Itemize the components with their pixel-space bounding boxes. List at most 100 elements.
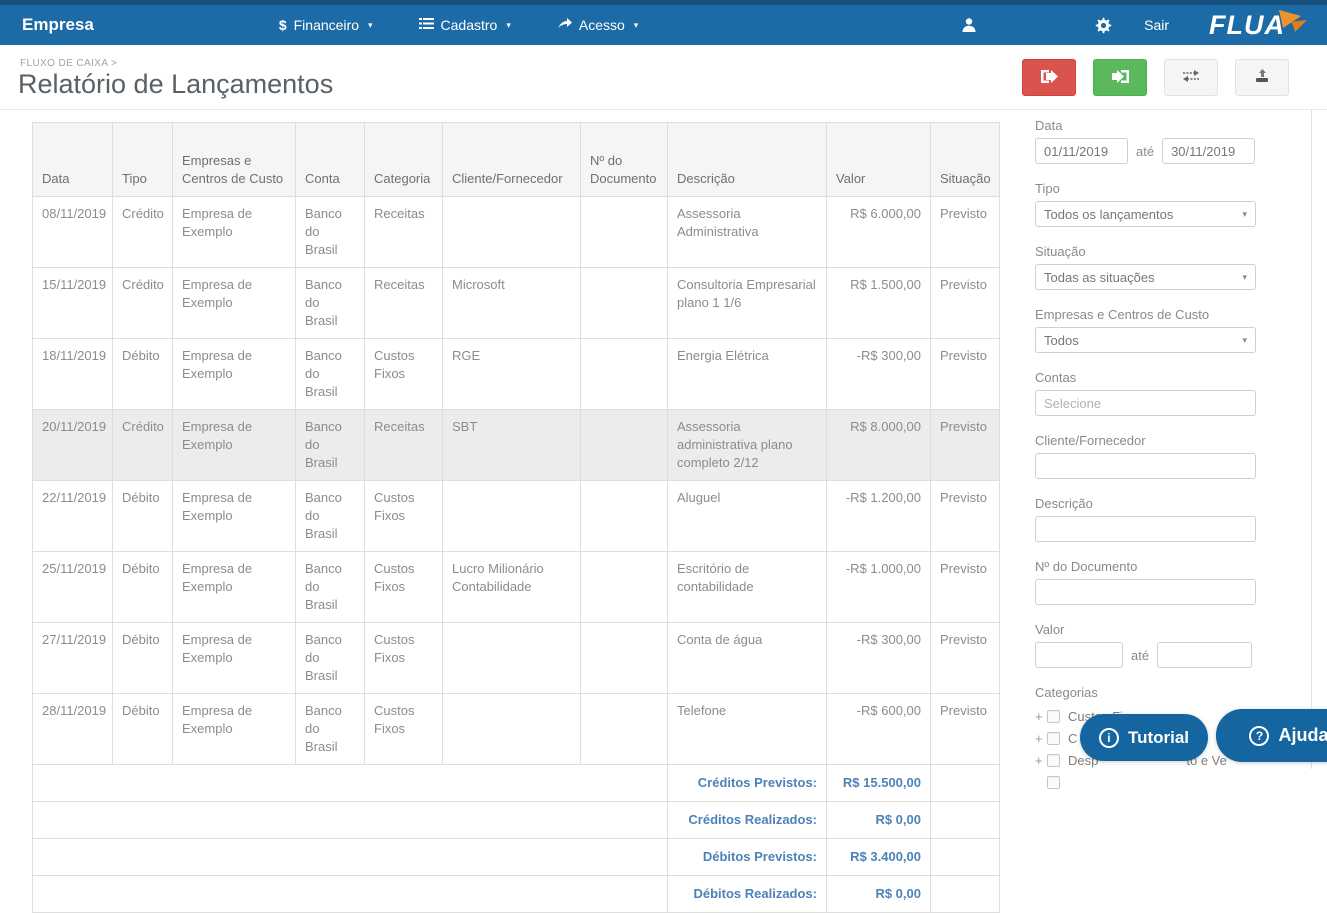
tutorial-button[interactable]: i Tutorial xyxy=(1080,714,1208,761)
documento-input[interactable] xyxy=(1035,579,1256,605)
chevron-down-icon: ▾ xyxy=(1242,272,1247,282)
sign-in-icon xyxy=(1111,69,1129,87)
contas-input[interactable] xyxy=(1035,390,1256,416)
date-range-separator: até xyxy=(1136,143,1155,159)
expand-plus-icon[interactable]: + xyxy=(1035,709,1047,724)
table-row[interactable]: 15/11/2019 Crédito Empresa de Exemplo Banco… xyxy=(32,267,1000,339)
data-filter-label: Data xyxy=(1035,118,1063,133)
question-icon: ? xyxy=(1249,725,1270,746)
cell-descricao: Conta de água xyxy=(667,622,827,694)
cell-descricao: Assessoria Administrativa xyxy=(667,196,827,268)
cell-tipo: Débito xyxy=(112,338,173,410)
cell-cliente xyxy=(442,480,581,552)
summary-value: R$ 3.400,00 xyxy=(826,838,931,876)
cell-data: 25/11/2019 xyxy=(32,551,113,623)
gear-icon[interactable] xyxy=(1095,17,1112,34)
user-icon[interactable] xyxy=(961,17,977,33)
chevron-down-icon: ▾ xyxy=(506,19,511,30)
cell-tipo: Débito xyxy=(112,693,173,765)
cell-conta: Banco do Brasil xyxy=(295,622,365,694)
column-header: Conta xyxy=(295,122,365,197)
cell-cliente: SBT xyxy=(442,409,581,481)
brand-empresa: Empresa xyxy=(22,15,94,34)
cell-data: 08/11/2019 xyxy=(32,196,113,268)
cell-documento xyxy=(580,480,668,552)
column-header: Valor xyxy=(826,122,931,197)
summary-value: R$ 0,00 xyxy=(826,875,931,913)
column-header: Data xyxy=(32,122,113,197)
tipo-select[interactable]: Todos os lançamentos ▾ xyxy=(1035,201,1256,227)
summary-row: Créditos Previstos: R$ 15.500,00 xyxy=(32,764,1000,802)
menu-financeiro[interactable]: $ Financeiro ▾ xyxy=(279,17,373,33)
main-menu: $ Financeiro ▾ Cadastro ▾ Acesso ▾ xyxy=(279,17,639,33)
cell-descricao: Energia Elétrica xyxy=(667,338,827,410)
summary-spacer xyxy=(32,764,668,802)
flua-logo[interactable]: FLUA xyxy=(1209,8,1309,41)
report-table-container: Data Tipo Empresas e Centros de Custo Conta… xyxy=(32,122,1000,913)
print-button[interactable] xyxy=(1235,59,1289,96)
menu-cadastro[interactable]: Cadastro ▾ xyxy=(418,17,511,33)
cell-data: 28/11/2019 xyxy=(32,693,113,765)
flua-logo-arrow-icon xyxy=(1279,8,1309,39)
add-credit-button[interactable] xyxy=(1093,59,1147,96)
cell-tipo: Débito xyxy=(112,622,173,694)
situacao-select[interactable]: Todas as situações ▾ xyxy=(1035,264,1256,290)
summary-label: Créditos Realizados: xyxy=(667,801,827,839)
cell-valor: -R$ 1.000,00 xyxy=(826,551,931,623)
summary-spacer xyxy=(32,875,668,913)
descricao-input[interactable] xyxy=(1035,516,1256,542)
table-row[interactable]: 28/11/2019 Débito Empresa de Exemplo Banco … xyxy=(32,693,1000,765)
table-row[interactable]: 27/11/2019 Débito Empresa de Exemplo Banco … xyxy=(32,622,1000,694)
cliente-input[interactable] xyxy=(1035,453,1256,479)
page-title: Relatório de Lançamentos xyxy=(18,69,334,99)
cell-conta: Banco do Brasil xyxy=(295,693,365,765)
table-row[interactable]: 25/11/2019 Débito Empresa de Exemplo Banco … xyxy=(32,551,1000,623)
valor-from-input[interactable] xyxy=(1035,642,1123,668)
cell-valor: R$ 8.000,00 xyxy=(826,409,931,481)
summary-row: Débitos Realizados: R$ 0,00 xyxy=(32,875,1000,913)
category-checkbox[interactable] xyxy=(1047,775,1060,789)
category-checkbox[interactable] xyxy=(1047,709,1060,723)
table-row[interactable]: 20/11/2019 Crédito Empresa de Exemplo Banco… xyxy=(32,409,1000,481)
cell-cliente xyxy=(442,622,581,694)
sair-link[interactable]: Sair xyxy=(1144,17,1169,33)
filters-sidebar: Data até Tipo Todos os lançamentos ▾ Sit… xyxy=(1035,110,1256,810)
cell-conta: Banco do Brasil xyxy=(295,409,365,481)
chevron-down-icon: ▾ xyxy=(368,19,373,30)
cell-tipo: Crédito xyxy=(112,267,173,339)
column-header: Empresas e Centros de Custo xyxy=(172,122,296,197)
cell-categoria: Receitas xyxy=(364,196,443,268)
table-row[interactable]: 18/11/2019 Débito Empresa de Exemplo Banco … xyxy=(32,338,1000,410)
category-checkbox[interactable] xyxy=(1047,753,1060,767)
expand-plus-icon[interactable]: + xyxy=(1035,731,1047,746)
summary-row: Débitos Previstos: R$ 3.400,00 xyxy=(32,838,1000,876)
empresas-select[interactable]: Todos ▾ xyxy=(1035,327,1256,353)
empresas-filter-label: Empresas e Centros de Custo xyxy=(1035,307,1210,322)
cell-valor: -R$ 600,00 xyxy=(826,693,931,765)
cell-categoria: Custos Fixos xyxy=(364,480,443,552)
date-to-input[interactable] xyxy=(1162,138,1256,164)
cell-cliente: Microsoft xyxy=(442,267,581,339)
cell-categoria: Custos Fixos xyxy=(364,551,443,623)
cell-conta: Banco do Brasil xyxy=(295,551,365,623)
menu-acesso-label: Acesso xyxy=(578,17,625,33)
add-debit-button[interactable] xyxy=(1022,59,1076,96)
cell-documento xyxy=(580,551,668,623)
date-from-input[interactable] xyxy=(1035,138,1128,164)
cell-valor: R$ 1.500,00 xyxy=(826,267,931,339)
category-checkbox[interactable] xyxy=(1047,731,1060,745)
info-icon: i xyxy=(1098,727,1119,748)
sidebar-scrollbar-track[interactable] xyxy=(1311,110,1312,769)
table-row[interactable]: 22/11/2019 Débito Empresa de Exemplo Banco … xyxy=(32,480,1000,552)
summary-row: Créditos Realizados: R$ 0,00 xyxy=(32,801,1000,839)
transfer-arrows-icon xyxy=(1182,69,1200,86)
cell-documento xyxy=(580,338,668,410)
valor-to-input[interactable] xyxy=(1157,642,1253,668)
ajuda-button[interactable]: ? Ajuda xyxy=(1216,709,1327,762)
menu-acesso[interactable]: Acesso ▾ xyxy=(557,17,638,33)
transfer-button[interactable] xyxy=(1164,59,1218,96)
expand-plus-icon[interactable]: + xyxy=(1035,753,1047,768)
table-row[interactable]: 08/11/2019 Crédito Empresa de Exemplo Banco… xyxy=(32,196,1000,268)
cell-data: 18/11/2019 xyxy=(32,338,113,410)
cell-conta: Banco do Brasil xyxy=(295,480,365,552)
